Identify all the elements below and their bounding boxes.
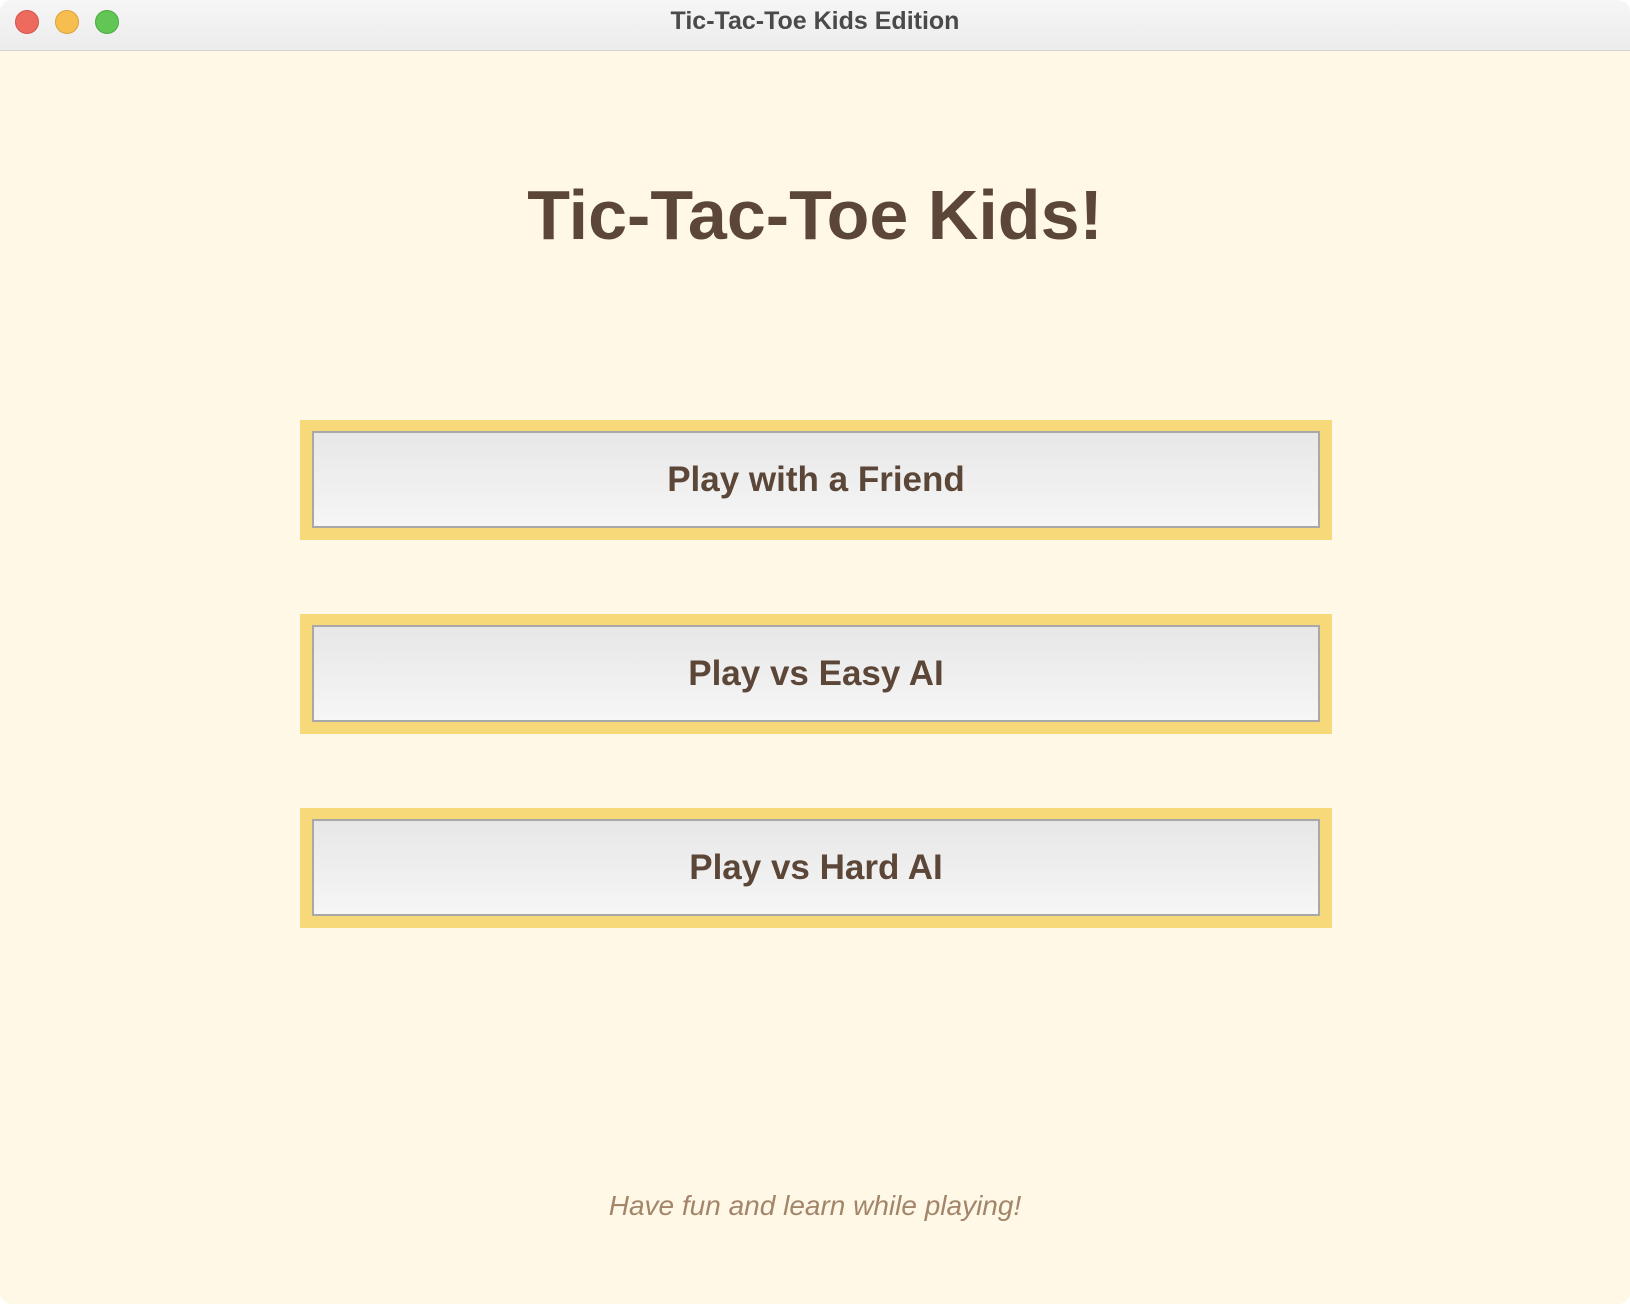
footer-tagline: Have fun and learn while playing! bbox=[608, 1190, 1022, 1221]
main-content: Tic-Tac-Toe Kids! Play with a Friend Pla… bbox=[0, 51, 1630, 1304]
app-window: Tic-Tac-Toe Kids Edition Tic-Tac-Toe Kid… bbox=[0, 0, 1630, 1304]
play-with-friend-label: Play with a Friend bbox=[312, 431, 1320, 528]
play-vs-easy-ai-label: Play vs Easy AI bbox=[312, 625, 1320, 722]
play-vs-easy-ai-button[interactable]: Play vs Easy AI bbox=[300, 614, 1332, 734]
play-vs-hard-ai-button[interactable]: Play vs Hard AI bbox=[300, 808, 1332, 928]
title-bar[interactable]: Tic-Tac-Toe Kids Edition bbox=[0, 0, 1630, 51]
play-with-friend-button[interactable]: Play with a Friend bbox=[300, 420, 1332, 540]
page-title: Tic-Tac-Toe Kids! bbox=[527, 176, 1103, 254]
window-title: Tic-Tac-Toe Kids Edition bbox=[670, 7, 960, 35]
play-vs-hard-ai-label: Play vs Hard AI bbox=[312, 819, 1320, 916]
